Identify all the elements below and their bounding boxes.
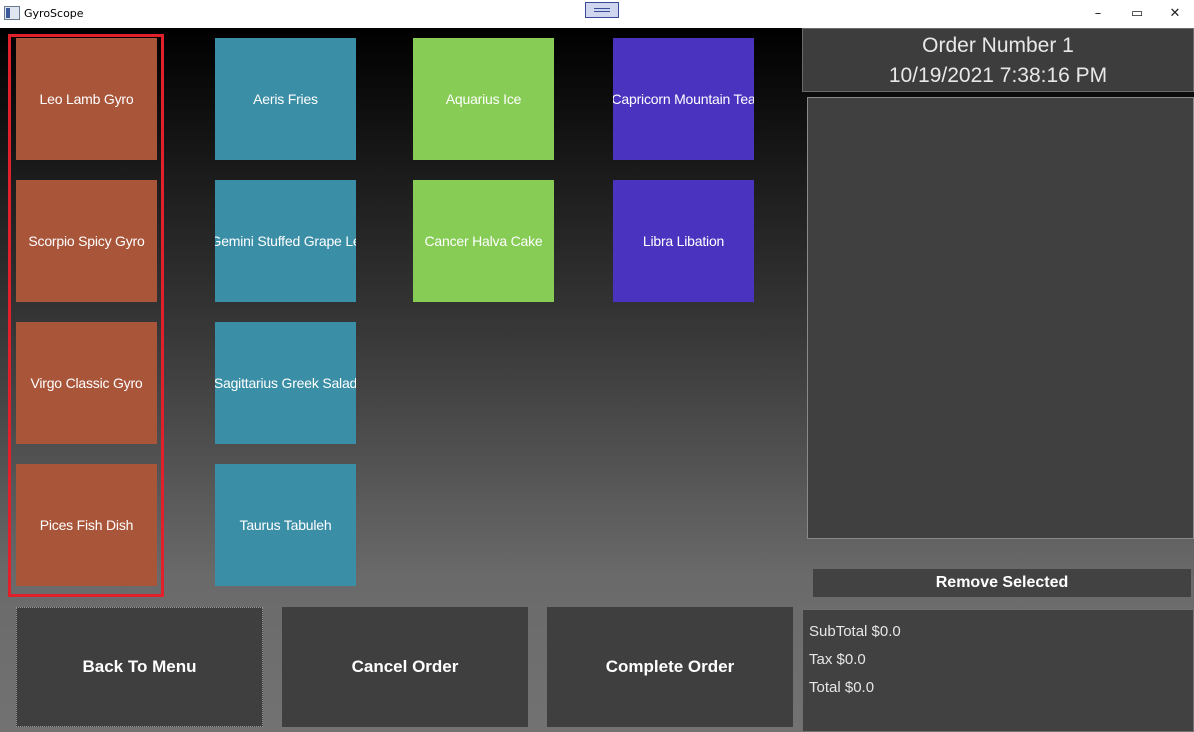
- tax-text: Tax $0.0: [809, 651, 866, 668]
- restore-button[interactable]: ▭: [1122, 4, 1152, 24]
- selected-category-highlight: [8, 34, 164, 597]
- menu-item-taurus-tabuleh[interactable]: Taurus Tabuleh: [215, 464, 356, 586]
- subtotal-text: SubTotal $0.0: [809, 623, 901, 640]
- order-totals: SubTotal $0.0 Tax $0.0 Total $0.0: [802, 609, 1194, 732]
- cancel-order-button[interactable]: Cancel Order: [282, 607, 528, 727]
- minimize-button[interactable]: –: [1083, 4, 1113, 24]
- order-header: Order Number 1 10/19/2021 7:38:16 PM: [802, 28, 1194, 92]
- title-bar: GyroScope – ▭ ✕: [0, 0, 1194, 28]
- total-text: Total $0.0: [809, 679, 875, 696]
- order-number: Order Number 1: [922, 34, 1074, 57]
- menu-item-capricorn-mountain-tea[interactable]: Capricorn Mountain Tea: [613, 38, 754, 160]
- order-datetime: 10/19/2021 7:38:16 PM: [888, 64, 1108, 87]
- title-bar-grip-icon[interactable]: [585, 2, 619, 18]
- back-to-menu-button[interactable]: Back To Menu: [16, 607, 263, 727]
- window-title: GyroScope: [24, 7, 84, 20]
- complete-order-button[interactable]: Complete Order: [547, 607, 793, 727]
- close-button[interactable]: ✕: [1160, 4, 1190, 24]
- menu-item-cancer-halva-cake[interactable]: Cancer Halva Cake: [413, 180, 554, 302]
- pos-main-area: Leo Lamb Gyro Scorpio Spicy Gyro Virgo C…: [0, 28, 1194, 732]
- menu-item-aquarius-ice[interactable]: Aquarius Ice: [413, 38, 554, 160]
- menu-item-sagittarius-greek-salad[interactable]: Sagittarius Greek Salad: [215, 322, 356, 444]
- menu-item-aeris-fries[interactable]: Aeris Fries: [215, 38, 356, 160]
- app-window-icon: [4, 6, 20, 20]
- menu-item-gemini-stuffed-grape-leaves[interactable]: Gemini Stuffed Grape Le: [215, 180, 356, 302]
- remove-selected-button[interactable]: Remove Selected: [813, 569, 1191, 597]
- order-items-list[interactable]: [807, 97, 1194, 539]
- menu-item-libra-libation[interactable]: Libra Libation: [613, 180, 754, 302]
